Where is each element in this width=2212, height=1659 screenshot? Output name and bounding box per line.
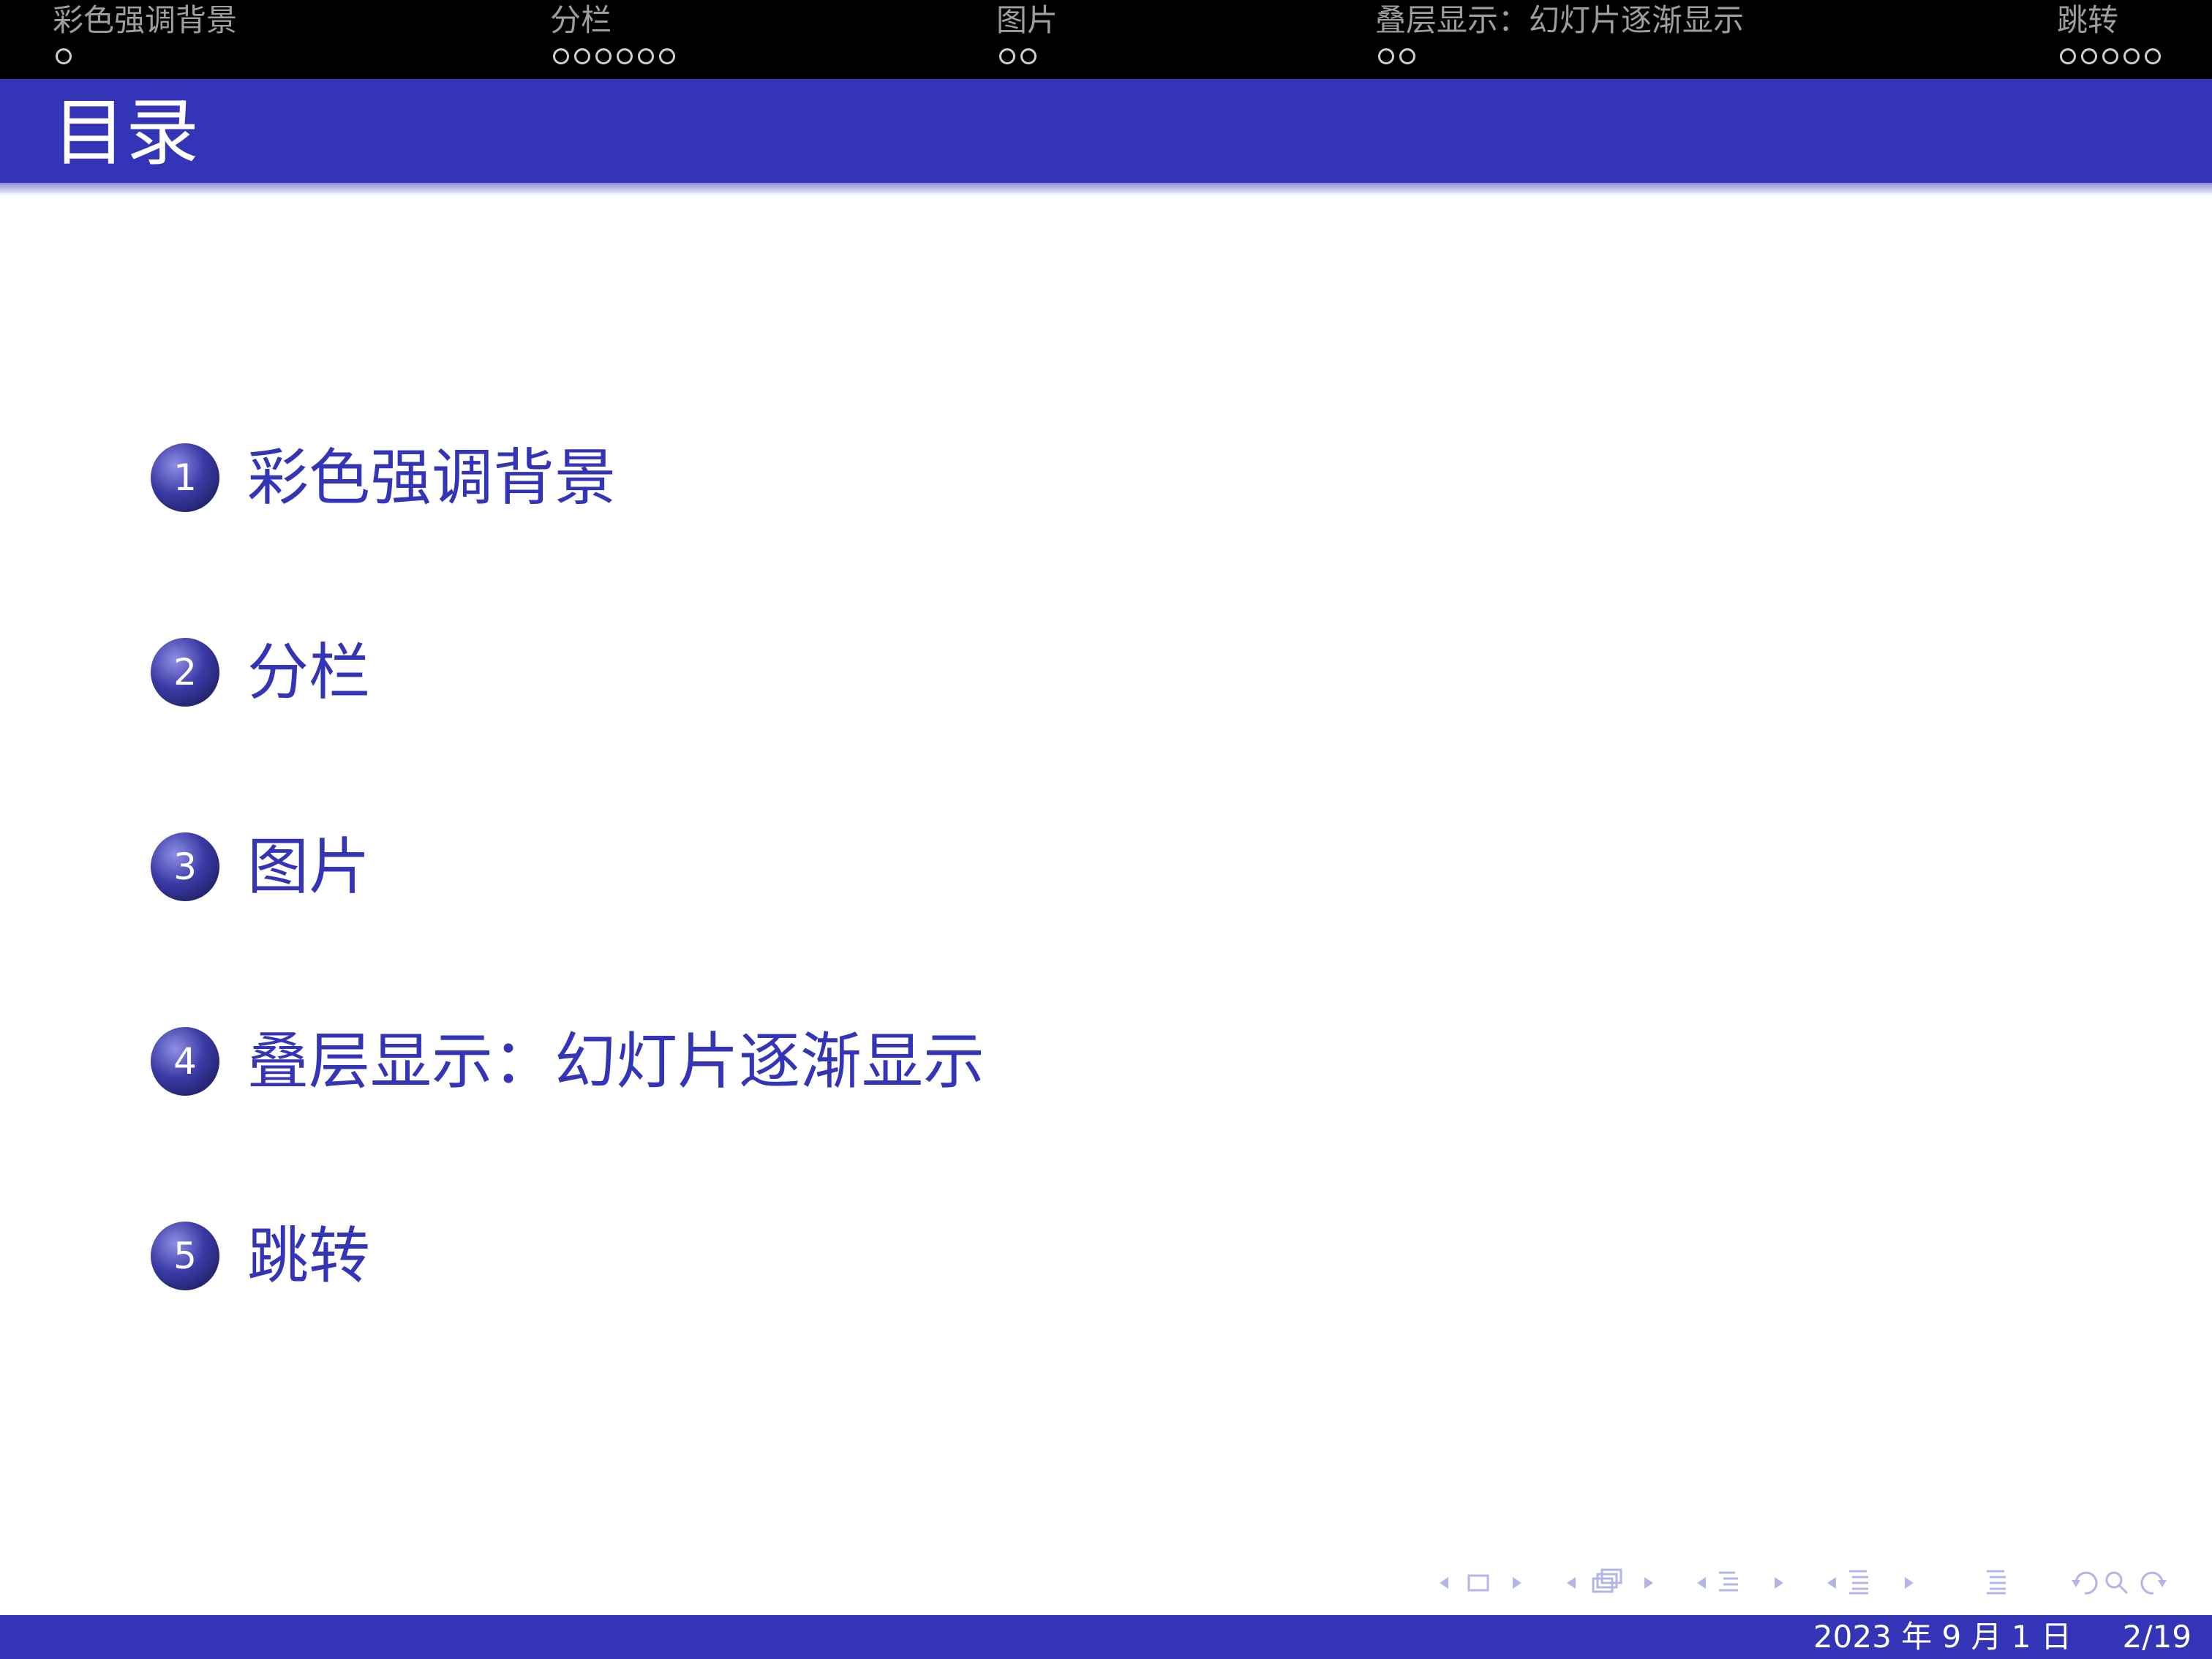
page-number: 2/19 [2122, 1619, 2192, 1655]
nav-section-frame-dots [1378, 48, 1415, 64]
subsection-icon[interactable] [1592, 1568, 1622, 1593]
section-icon[interactable] [1719, 1571, 1738, 1592]
frame-dot[interactable] [659, 48, 675, 64]
section-prev-arrow-icon[interactable] [1697, 1577, 1706, 1589]
nav-section-frame-dots [553, 48, 675, 64]
subsection-prev-arrow-icon[interactable] [1567, 1577, 1576, 1589]
nav-section-title[interactable]: 彩色强调背景 [53, 0, 237, 41]
nav-section-title[interactable]: 图片 [996, 0, 1058, 41]
document-next-arrow-icon[interactable] [1905, 1577, 1914, 1589]
frame-dot[interactable] [617, 48, 633, 64]
nav-section-title[interactable]: 分栏 [550, 0, 612, 41]
frame-dot[interactable] [595, 48, 612, 64]
frame-dot[interactable] [553, 48, 569, 64]
toc-item-4[interactable]: 4 叠层显示：幻灯片逐渐显示 [151, 1021, 1321, 1102]
toc-item-label[interactable]: 彩色强调背景 [247, 437, 616, 518]
forward-arrowhead [2158, 1580, 2167, 1587]
frame-dot[interactable] [1399, 48, 1415, 64]
section-next-arrow-icon[interactable] [1775, 1577, 1783, 1589]
frame-dot[interactable] [638, 48, 654, 64]
document-icon[interactable] [1849, 1570, 1868, 1595]
frame-dot[interactable] [2081, 48, 2097, 64]
toc-item-label[interactable]: 分栏 [247, 632, 370, 712]
search-icon[interactable] [2105, 1571, 2129, 1595]
toc-number-ball: 3 [151, 832, 219, 901]
nav-section-title[interactable]: 叠层显示：幻灯片逐渐显示 [1375, 0, 1744, 41]
frame-title: 目录 [53, 90, 199, 176]
back-arrowhead [2072, 1580, 2080, 1587]
footer-date: 2023 年 9 月 1 日 [1813, 1619, 2072, 1655]
frame-dot[interactable] [999, 48, 1015, 64]
toc-item-label[interactable]: 图片 [247, 827, 370, 907]
navigation-symbols [1440, 1568, 2167, 1595]
toc-item-label[interactable]: 叠层显示：幻灯片逐渐显示 [247, 1021, 985, 1102]
nav-section-frame-dots [2060, 48, 2161, 64]
frame-next-arrow-icon[interactable] [1513, 1577, 1521, 1589]
frame-dot[interactable] [2123, 48, 2140, 64]
toc-number-ball: 1 [151, 443, 219, 512]
frame-title-bar [0, 79, 2212, 183]
frame-dot[interactable] [574, 48, 590, 64]
toc-number-ball: 2 [151, 638, 219, 707]
toc-item-label[interactable]: 跳转 [247, 1216, 370, 1296]
frame-dot[interactable] [2060, 48, 2076, 64]
subsection-next-arrow-icon[interactable] [1644, 1577, 1653, 1589]
nav-section-frame-dots [56, 48, 72, 64]
frame-icon[interactable] [1467, 1574, 1489, 1592]
frame-dot[interactable] [2102, 48, 2118, 64]
nav-section-frame-dots [999, 48, 1037, 64]
frame-dot[interactable] [1020, 48, 1037, 64]
toc-item-2[interactable]: 2 分栏 [151, 632, 1321, 712]
forward-icon[interactable] [2140, 1571, 2164, 1595]
document-prev-arrow-icon[interactable] [1827, 1577, 1836, 1589]
nav-section-title[interactable]: 跳转 [2057, 0, 2118, 41]
toc-item-1[interactable]: 1 彩色强调背景 [151, 437, 1321, 518]
frame-dot[interactable] [1378, 48, 1394, 64]
toc-number-ball: 5 [151, 1222, 219, 1290]
frame-prev-arrow-icon[interactable] [1440, 1577, 1448, 1589]
toc-item-5[interactable]: 5 跳转 [151, 1216, 1321, 1296]
appendix-icon[interactable] [1987, 1570, 2006, 1595]
section-navigation-bar: 彩色强调背景 分栏 图片 叠层显示：幻灯片逐渐显示 跳转 [0, 0, 2212, 79]
frame-dot[interactable] [2145, 48, 2161, 64]
title-bar-shadow [0, 183, 2212, 196]
footer-bar: 2023 年 9 月 1 日 2/19 [0, 1615, 2212, 1659]
toc-number-ball: 4 [151, 1027, 219, 1096]
back-icon[interactable] [2074, 1571, 2098, 1595]
toc-item-3[interactable]: 3 图片 [151, 827, 1321, 907]
frame-dot[interactable] [56, 48, 72, 64]
